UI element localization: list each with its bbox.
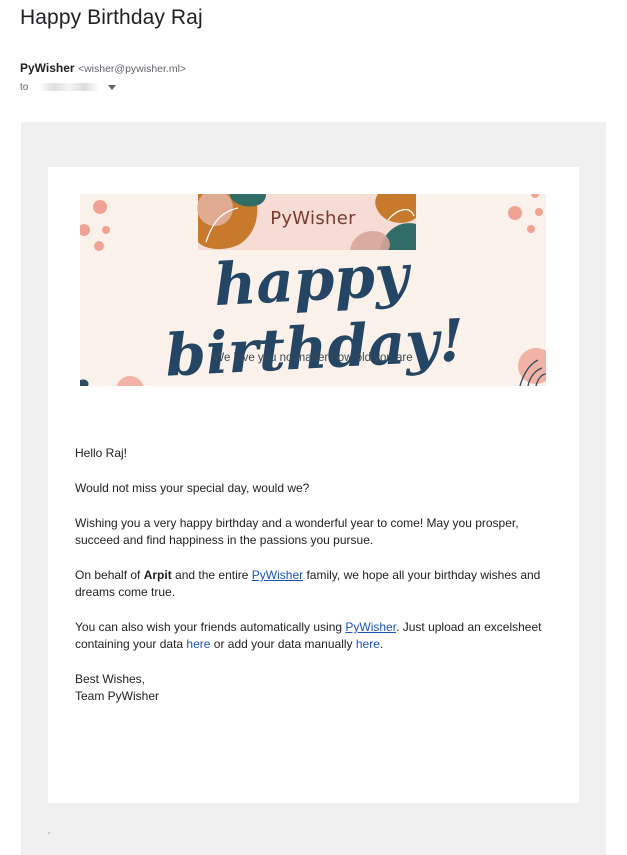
- behalf-name: Arpit: [143, 568, 172, 582]
- redacted-recipient: [39, 83, 100, 92]
- birthday-banner: PyWisher happy birthday! We love you no …: [80, 194, 546, 386]
- manual-here-link[interactable]: here: [356, 637, 380, 651]
- sender-line: PyWisher <wisher@pywisher.ml>: [20, 61, 186, 75]
- signoff: Best Wishes,: [75, 672, 146, 686]
- chevron-down-icon[interactable]: [107, 84, 116, 90]
- behalf-prefix: On behalf of: [75, 568, 144, 582]
- email-card: PyWisher happy birthday! We love you no …: [48, 167, 579, 803]
- pywisher-link-2[interactable]: PyWisher: [345, 620, 396, 634]
- recipient-line: to: [20, 82, 116, 93]
- also-end: .: [379, 637, 384, 651]
- also-paragraph: You can also wish your friends automatic…: [75, 619, 545, 653]
- to-label: to: [20, 82, 29, 93]
- also-or: or add your data manually: [210, 637, 356, 651]
- behalf-mid: and the entire: [171, 568, 252, 582]
- banner-tagline: We love you no matter how old you are: [213, 352, 413, 364]
- stray-dot: [48, 832, 50, 834]
- dot-left-4: [94, 241, 104, 251]
- email-view: Happy Birthday Raj PyWisher <wisher@pywi…: [0, 0, 627, 855]
- sender-email: <wisher@pywisher.ml>: [77, 63, 187, 75]
- also-prefix: You can also wish your friends automatic…: [75, 620, 346, 634]
- banner-brand: PyWisher: [270, 208, 356, 229]
- dot-right-1: [531, 194, 539, 198]
- signature: Best Wishes, Team PyWisher: [75, 671, 545, 705]
- email-body-background: PyWisher happy birthday! We love you no …: [21, 122, 606, 855]
- message-line-2: Wishing you a very happy birthday and a …: [75, 516, 519, 547]
- upload-here-link[interactable]: here: [186, 637, 210, 651]
- sender-name[interactable]: PyWisher: [20, 61, 75, 75]
- message-line-1: Would not miss your special day, would w…: [75, 481, 310, 495]
- message-body: Hello Raj! Would not miss your special d…: [75, 445, 545, 705]
- email-subject: Happy Birthday Raj: [20, 6, 203, 29]
- team-name: Team PyWisher: [75, 689, 160, 703]
- greeting: Hello Raj!: [75, 446, 128, 460]
- pywisher-link-1[interactable]: PyWisher: [252, 568, 303, 582]
- behalf-paragraph: On behalf of Arpit and the entire PyWish…: [75, 567, 545, 601]
